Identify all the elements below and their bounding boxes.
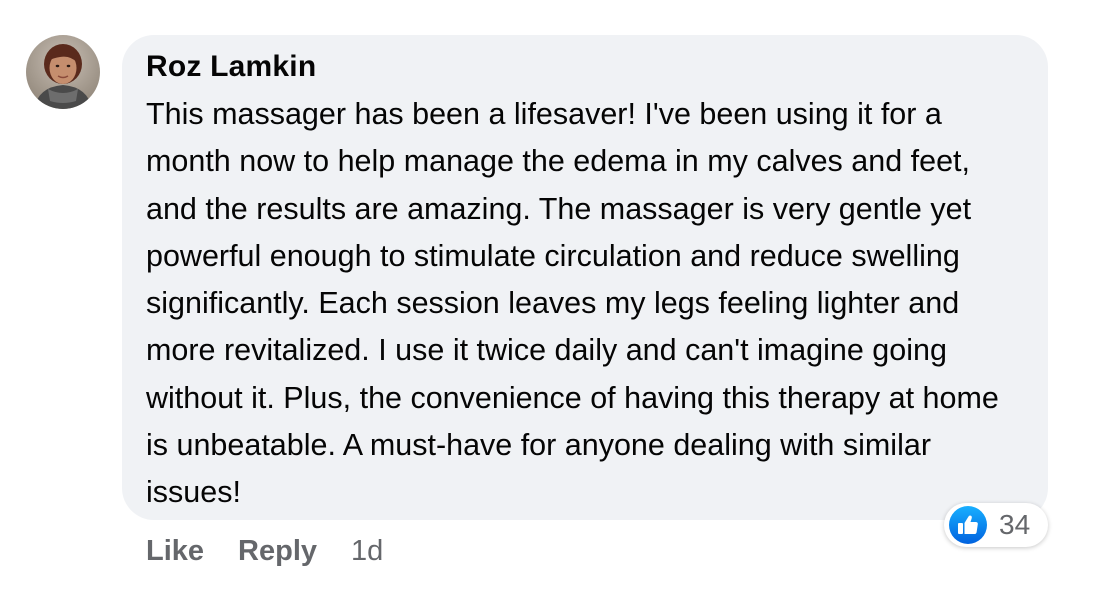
reaction-count: 34: [999, 509, 1031, 540]
comment-author[interactable]: Roz Lamkin: [146, 45, 1026, 89]
comment-actions: Like Reply 1d: [146, 528, 383, 574]
comment: Roz Lamkin This massager has been a life…: [0, 0, 1096, 614]
like-button[interactable]: Like: [146, 535, 204, 568]
person-avatar-icon: [26, 35, 100, 109]
comment-timestamp[interactable]: 1d: [351, 535, 383, 568]
comment-text: This massager has been a lifesaver! I've…: [146, 97, 999, 510]
comment-bubble: Roz Lamkin This massager has been a life…: [122, 35, 1048, 520]
reaction-summary[interactable]: 34: [944, 503, 1048, 547]
reply-button[interactable]: Reply: [238, 535, 317, 568]
avatar[interactable]: [26, 35, 100, 109]
thumbs-up-icon: [949, 506, 987, 544]
